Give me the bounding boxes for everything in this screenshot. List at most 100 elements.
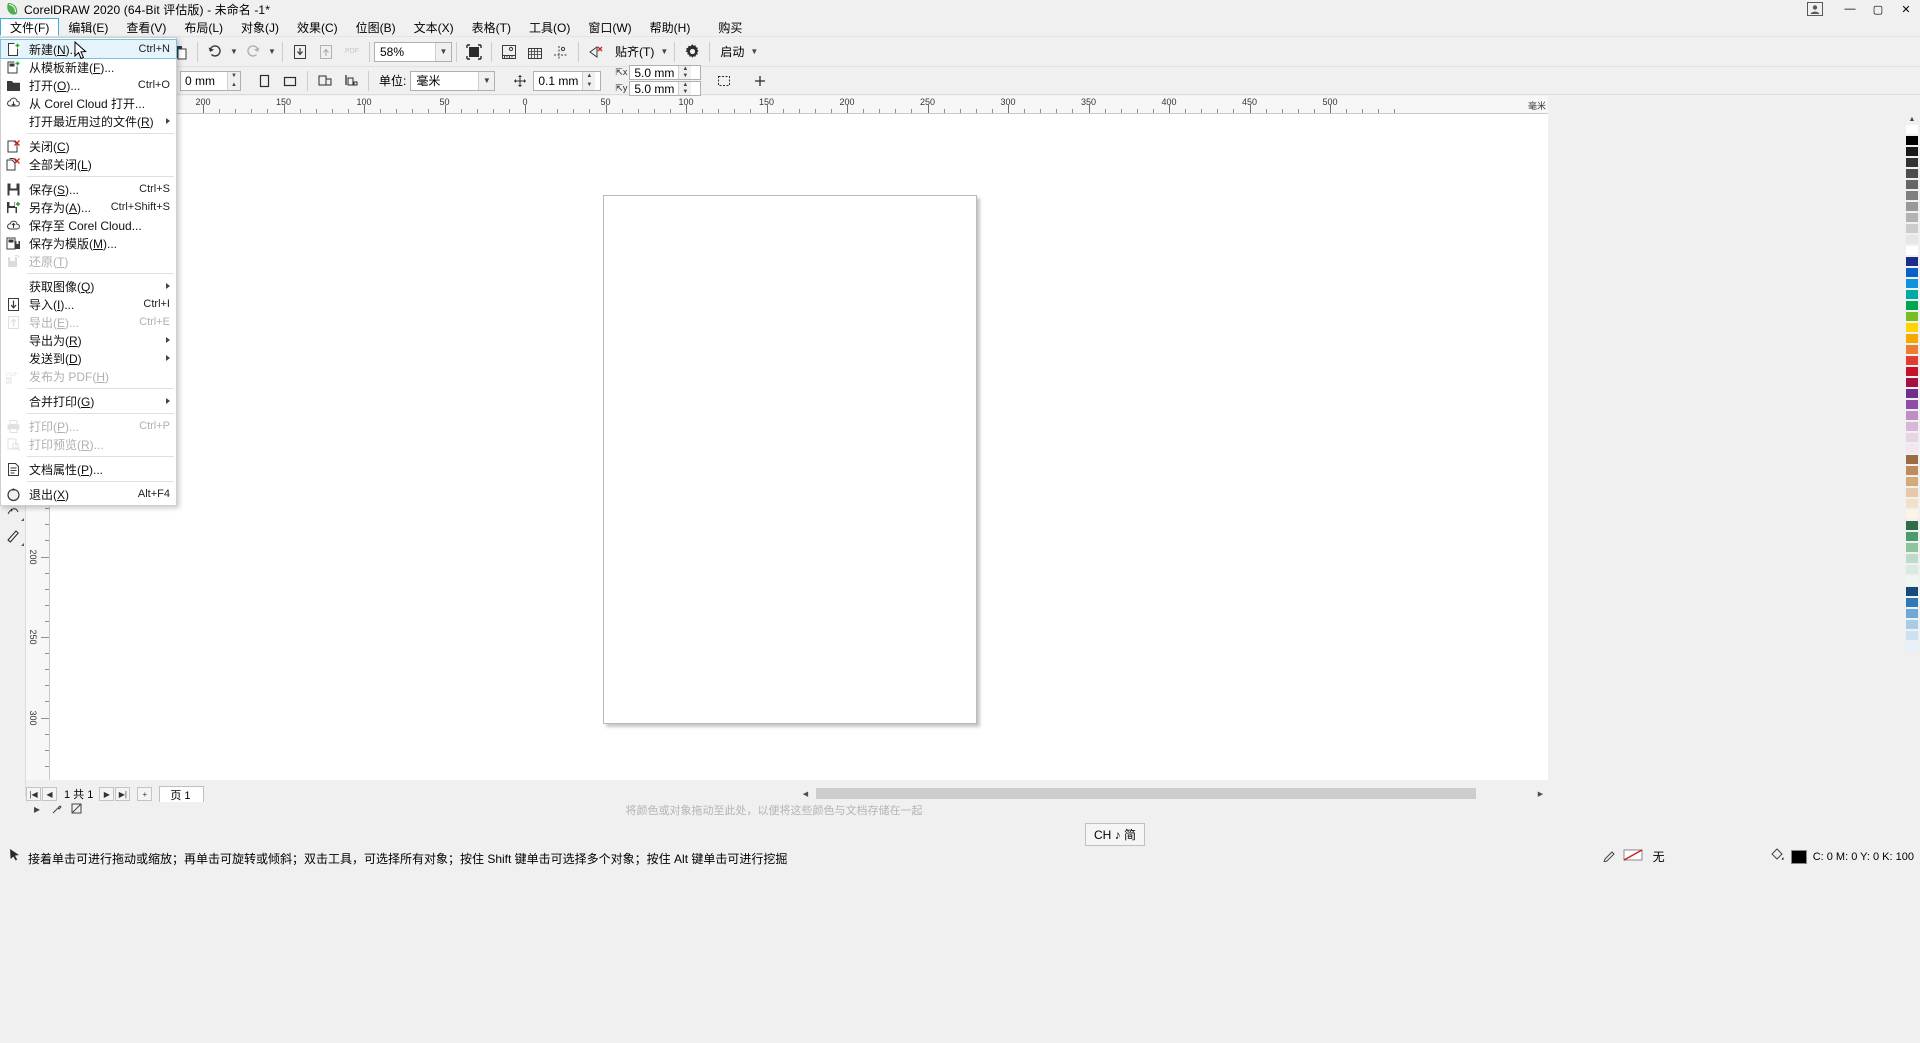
file-menu-item-2[interactable]: 打开(O)... Ctrl+O	[1, 76, 176, 94]
portrait-orientation-button[interactable]	[251, 68, 277, 94]
palette-swatch[interactable]	[1905, 575, 1919, 586]
redo-button[interactable]	[240, 39, 266, 65]
palette-swatch[interactable]	[1905, 641, 1919, 652]
export-button[interactable]	[313, 39, 339, 65]
menu-object[interactable]: 对象(J)	[232, 18, 288, 36]
palette-arrow-icon[interactable]: ▸	[30, 802, 44, 816]
redo-dropdown-arrow-icon[interactable]: ▼	[266, 39, 278, 65]
page-tab[interactable]: 页 1	[159, 786, 204, 802]
file-menu-item-9[interactable]: 保存(S)... Ctrl+S	[1, 180, 176, 198]
fill-swatch[interactable]	[1790, 849, 1807, 864]
next-page-button[interactable]: ▶	[99, 787, 115, 801]
snap-label[interactable]: 贴齐(T)	[615, 43, 654, 60]
palette-swatch[interactable]	[1905, 333, 1919, 344]
menu-text[interactable]: 文本(X)	[405, 18, 463, 36]
file-menu-item-29[interactable]: 退出(X) Alt+F4	[1, 485, 176, 503]
palette-swatch[interactable]	[1905, 366, 1919, 377]
menu-tools[interactable]: 工具(O)	[520, 18, 579, 36]
file-menu-item-18[interactable]: 导出为(R)	[1, 331, 176, 349]
file-menu-item-0[interactable]: 新建(N)... Ctrl+N	[0, 39, 177, 59]
palette-swatch[interactable]	[1905, 542, 1919, 553]
file-menu-item-3[interactable]: 从 Corel Cloud 打开...	[1, 94, 176, 112]
menu-table[interactable]: 表格(T)	[463, 18, 520, 36]
page-width-spinner[interactable]: 0 mm ▼ ▲	[180, 70, 241, 91]
file-menu-item-27[interactable]: 文档属性(P)...	[1, 460, 176, 478]
palette-swatch[interactable]	[1905, 190, 1919, 201]
spinner-arrows[interactable]: ▲ ▼	[678, 82, 692, 95]
palette-swatch[interactable]	[1905, 135, 1919, 146]
file-menu-item-22[interactable]: 合并打印(G)	[1, 392, 176, 410]
landscape-orientation-button[interactable]	[277, 68, 303, 94]
palette-swatch[interactable]	[1905, 322, 1919, 333]
palette-swatch[interactable]	[1905, 223, 1919, 234]
palette-swatch[interactable]	[1905, 388, 1919, 399]
chevron-down-icon[interactable]: ▼	[435, 42, 451, 61]
launch-dropdown-arrow-icon[interactable]: ▼	[748, 39, 760, 65]
duplicate-distance-x-spinner[interactable]: 5.0 mm ▲ ▼	[629, 65, 702, 80]
spinner-arrows[interactable]: ▲ ▼	[678, 66, 692, 79]
palette-swatch[interactable]	[1905, 432, 1919, 443]
duplicate-distance-y-spinner[interactable]: 5.0 mm ▲ ▼	[629, 81, 702, 96]
palette-swatch[interactable]	[1905, 212, 1919, 223]
palette-swatch[interactable]	[1905, 465, 1919, 476]
palette-swatch[interactable]	[1905, 443, 1919, 454]
file-menu-item-15[interactable]: 获取图像(Q)	[1, 277, 176, 295]
palette-swatch[interactable]	[1905, 157, 1919, 168]
close-button[interactable]: ✕	[1892, 0, 1920, 18]
ime-indicator[interactable]: CH ♪ 简	[1085, 823, 1146, 846]
palette-swatch[interactable]	[1905, 564, 1919, 575]
palette-swatch[interactable]	[1905, 553, 1919, 564]
file-menu-item-7[interactable]: 全部关闭(L)	[1, 155, 176, 173]
palette-edit-icon[interactable]	[70, 802, 84, 816]
palette-swatch[interactable]	[1905, 377, 1919, 388]
fill-color-icon[interactable]	[1770, 848, 1785, 865]
palette-swatch[interactable]	[1905, 245, 1919, 256]
file-menu-item-16[interactable]: 导入(I)... Ctrl+I	[1, 295, 176, 313]
show-guidelines-button[interactable]	[548, 39, 574, 65]
snap-dropdown-arrow-icon[interactable]: ▼	[658, 39, 670, 65]
file-menu-dropdown[interactable]: 新建(N)... Ctrl+N 从模板新建(F)... 打开(O)... Ctrl+O 从…	[0, 37, 177, 506]
tool-outline[interactable]	[1, 523, 25, 547]
palette-swatch[interactable]	[1905, 146, 1919, 157]
horizontal-scrollbar[interactable]: ◀ ▶	[798, 786, 1548, 801]
menu-layout[interactable]: 布局(L)	[175, 18, 232, 36]
menu-edit[interactable]: 编辑(E)	[59, 18, 117, 36]
horizontal-scroll-thumb[interactable]	[816, 788, 1476, 799]
file-menu-item-1[interactable]: 从模板新建(F)...	[1, 58, 176, 76]
fullscreen-preview-button[interactable]	[461, 39, 487, 65]
palette-swatch[interactable]	[1905, 630, 1919, 641]
palette-swatch[interactable]	[1905, 608, 1919, 619]
undo-dropdown-arrow-icon[interactable]: ▼	[228, 39, 240, 65]
scroll-left-arrow-icon[interactable]: ◀	[798, 786, 813, 801]
palette-swatch[interactable]	[1905, 344, 1919, 355]
file-menu-item-11[interactable]: 保存至 Corel Cloud...	[1, 216, 176, 234]
palette-scroll-up-icon[interactable]: ▲	[1905, 114, 1919, 124]
publish-pdf-button[interactable]: PDF	[339, 39, 365, 65]
show-rulers-button[interactable]	[496, 39, 522, 65]
palette-swatch[interactable]	[1905, 234, 1919, 245]
palette-swatch[interactable]	[1905, 201, 1919, 212]
last-page-button[interactable]: ▶|	[115, 787, 131, 801]
chevron-down-icon[interactable]: ▼	[478, 71, 495, 90]
palette-swatch[interactable]	[1905, 619, 1919, 630]
file-menu-item-4[interactable]: 打开最近用过的文件(R)	[1, 112, 176, 130]
palette-swatch[interactable]	[1905, 487, 1919, 498]
spinner-arrows[interactable]: ▼ ▲	[227, 71, 240, 90]
current-page-button[interactable]	[338, 68, 364, 94]
palette-eyedropper-icon[interactable]	[50, 802, 64, 816]
scroll-right-arrow-icon[interactable]: ▶	[1533, 786, 1548, 801]
menu-window[interactable]: 窗口(W)	[579, 18, 640, 36]
show-grid-button[interactable]	[522, 39, 548, 65]
palette-swatch[interactable]	[1905, 179, 1919, 190]
palette-swatch[interactable]	[1905, 454, 1919, 465]
undo-button[interactable]	[202, 39, 228, 65]
minimize-button[interactable]: —	[1836, 0, 1864, 18]
palette-swatch[interactable]	[1905, 267, 1919, 278]
menu-view[interactable]: 查看(V)	[117, 18, 175, 36]
palette-swatch[interactable]	[1905, 498, 1919, 509]
palette-swatch[interactable]	[1905, 168, 1919, 179]
spinner-arrows[interactable]: ▲ ▼	[582, 71, 596, 90]
menu-file[interactable]: 文件(F)	[0, 18, 60, 36]
menu-effects[interactable]: 效果(C)	[288, 18, 347, 36]
menu-buy[interactable]: 购买	[709, 18, 751, 36]
